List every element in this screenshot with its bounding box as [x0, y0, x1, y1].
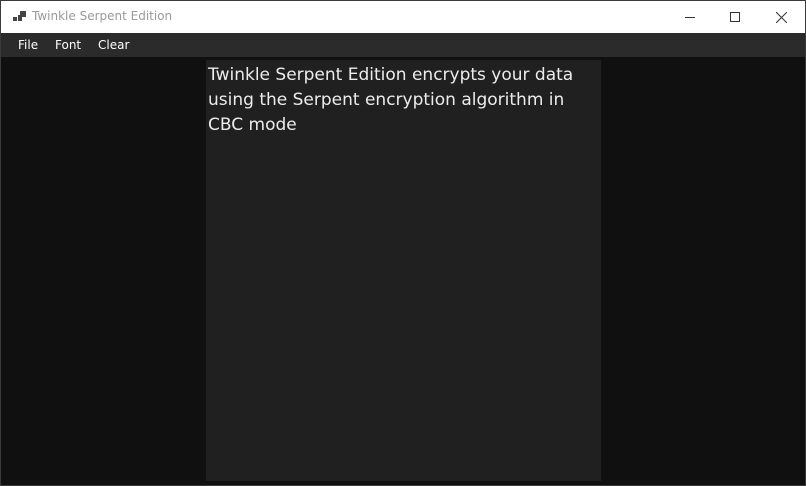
maximize-button[interactable]: [712, 1, 758, 33]
window-title: Twinkle Serpent Edition: [32, 9, 173, 23]
menu-file[interactable]: File: [18, 38, 38, 52]
app-icon: [13, 11, 26, 21]
menu-clear[interactable]: Clear: [98, 38, 129, 52]
minimize-icon: [685, 17, 695, 18]
minimize-button[interactable]: [667, 1, 713, 33]
close-button[interactable]: [758, 1, 804, 33]
close-icon: [775, 11, 787, 23]
app-window: Twinkle Serpent Edition File Font Clear …: [0, 0, 806, 486]
maximize-icon: [730, 12, 740, 22]
title-bar[interactable]: Twinkle Serpent Edition: [1, 1, 805, 33]
text-editor[interactable]: Twinkle Serpent Edition encrypts your da…: [206, 60, 601, 481]
menu-font[interactable]: Font: [55, 38, 81, 52]
content-area: Twinkle Serpent Edition encrypts your da…: [1, 57, 805, 485]
menu-bar: File Font Clear: [1, 33, 805, 57]
